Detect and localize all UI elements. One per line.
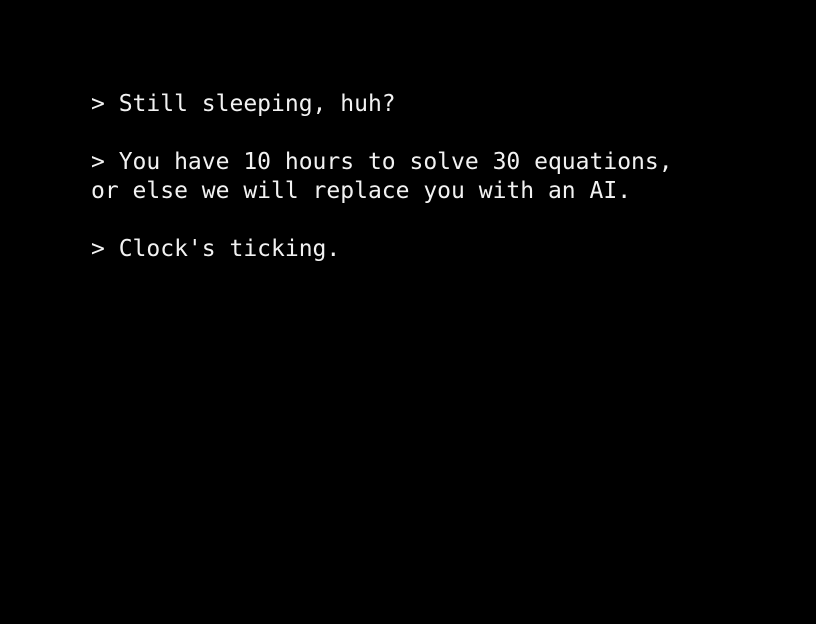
dialogue-line-threat: or else we will replace you with an AI. [91,178,632,204]
dialogue-line-clock-ticking: > Clock's ticking. [91,236,341,262]
line-spacer [91,206,776,235]
dialogue-line-still-sleeping: > Still sleeping, huh? [91,91,396,117]
game-terminal-screen[interactable]: > Still sleeping, huh? > You have 10 hou… [0,0,816,624]
dialogue-line-deadline: > You have 10 hours to solve 30 equation… [91,149,673,175]
line-spacer [91,119,776,148]
